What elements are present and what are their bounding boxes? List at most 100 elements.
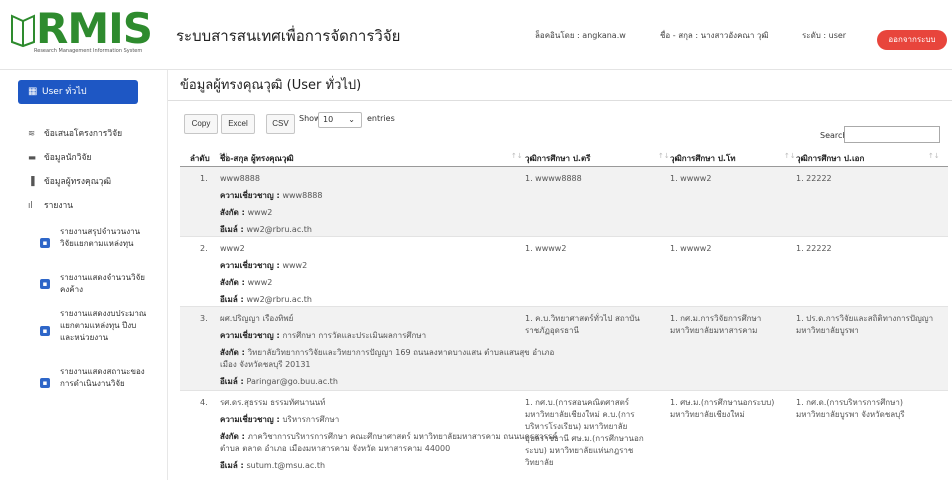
table-row: 3. ผศ.ปริญญา เรืองทิพย์ ความเชี่ยวชาญ : … (180, 307, 948, 391)
report-icon: ▪ (40, 238, 50, 248)
affiliation-label: สังกัด : (220, 278, 248, 287)
expert-name: ผศ.ปริญญา เรืองทิพย์ (220, 314, 294, 323)
email-line: อีเมล์ : ww2@rbru.ac.th (220, 224, 558, 236)
expertise-line: ความเชี่ยวชาญ : การศึกษา การวัดและประเมิ… (220, 330, 558, 342)
csv-button[interactable]: CSV (266, 114, 295, 134)
row-number: 3. (200, 314, 208, 323)
grid-icon: ▦ (28, 86, 38, 97)
user-role-info: ระดับ : user (802, 31, 847, 40)
sidebar-item-reports[interactable]: ıl รายงาน (28, 198, 73, 212)
expertise-value: www8888 (282, 191, 323, 200)
master-degree: 1. ศษ.ม.(การศึกษานอกระบบ) มหาวิทยาลัยเชี… (670, 398, 775, 419)
affiliation-value: วิทยาลัยวิทยาการวิจัยและวิทยาการปัญญา 16… (220, 348, 555, 369)
affiliation-value: www2 (247, 278, 273, 287)
columns-icon: ▐ (28, 177, 35, 187)
page-title: ข้อมูลผู้ทรงคุณวุฒิ (User ทั่วไป) (180, 78, 362, 93)
report-item-label: รายงานสรุปจำนวนงานวิจัยแยกตามแหล่งทุน (60, 227, 141, 248)
affiliation-label: สังกัด : (220, 432, 248, 441)
doctoral-degree: 1. 22222 (796, 174, 832, 183)
affiliation-value: www2 (247, 208, 273, 217)
expert-name: รศ.ดร.สุธรรม ธรรมทัศนานนท์ (220, 398, 326, 407)
report-icon: ▪ (40, 279, 50, 289)
sidebar-item-label: ข้อมูลนักวิจัย (44, 153, 92, 163)
report-item-status[interactable]: ▪ รายงานแสดงสถานะของการดำเนินงานวิจัย (40, 366, 152, 390)
doctoral-degree: 1. ปร.ด.การวิจัยและสถิติทางการปัญญา มหาว… (796, 314, 934, 335)
row-number: 1. (200, 174, 208, 183)
col-header-ba[interactable]: วุฒิการศึกษา ป.ตรี (525, 152, 590, 165)
expertise-line: ความเชี่ยวชาญ : www2 (220, 260, 558, 272)
system-title: ระบบสารสนเทศเพื่อการจัดการวิจัย (176, 27, 401, 45)
sidebar: ▦ User ทั่วไป ≋ ข้อเสนอโครงการวิจัย ▬ ข้อมู… (0, 70, 168, 480)
table-row: 1. www8888 ความเชี่ยวชาญ : www8888 สังกั… (180, 167, 948, 237)
expertise-label: ความเชี่ยวชาญ : (220, 415, 283, 424)
email-value: sutum.t@msu.ac.th (246, 461, 326, 470)
col-header-no[interactable]: ลำดับ (190, 152, 210, 165)
sidebar-item-proposals[interactable]: ≋ ข้อเสนอโครงการวิจัย (28, 126, 122, 140)
layers-icon: ≋ (28, 129, 36, 139)
affiliation-label: สังกัด : (220, 208, 248, 217)
email-label: อีเมล์ : (220, 377, 247, 386)
sort-icon[interactable]: ↑↓ (511, 152, 523, 160)
report-item-pending[interactable]: ▪ รายงานแสดงจำนวนวิจัยคงค้าง (40, 272, 152, 296)
email-value: Paringar@go.buu.ac.th (246, 377, 338, 386)
email-label: อีเมล์ : (220, 225, 247, 234)
doctoral-degree: 1. 22222 (796, 244, 832, 253)
folder-icon: ▬ (28, 153, 37, 163)
master-degree: 1. wwww2 (670, 244, 712, 253)
report-item-budget[interactable]: ▪ รายงานแสดงงบประมาณแยกตามแหล่งทุน ปีงบ … (40, 308, 152, 344)
logo-text: RMIS (36, 4, 153, 53)
bar-chart-icon: ıl (28, 201, 33, 211)
expertise-value: การศึกษา การวัดและประเมินผลการศึกษา (282, 331, 427, 340)
expert-name: www2 (220, 244, 245, 253)
table-row: 2. www2 ความเชี่ยวชาญ : www2 สังกัด : ww… (180, 237, 948, 307)
top-bar: RMIS Research Management Information Sys… (0, 0, 952, 70)
master-degree: 1. wwww2 (670, 174, 712, 183)
excel-button[interactable]: Excel (221, 114, 255, 134)
expertise-label: ความเชี่ยวชาญ : (220, 191, 283, 200)
bachelor-degree: 1. wwww2 (525, 244, 567, 253)
expertise-label: ความเชี่ยวชาญ : (220, 261, 283, 270)
bachelor-degree: 1. wwww8888 (525, 174, 582, 183)
affiliation-line: สังกัด : www2 (220, 207, 558, 219)
expert-name: www8888 (220, 174, 260, 183)
expertise-value: บริหารการศึกษา (282, 415, 340, 424)
entries-value: 10 (323, 115, 334, 124)
master-degree: 1. กศ.ม.การวิจัยการศึกษา มหาวิทยาลัยมหาส… (670, 314, 762, 335)
email-label: อีเมล์ : (220, 461, 247, 470)
expert-details: ผศ.ปริญญา เรืองทิพย์ ความเชี่ยวชาญ : การ… (220, 313, 558, 393)
expertise-line: ความเชี่ยวชาญ : บริหารการศึกษา (220, 414, 558, 426)
email-value: ww2@rbru.ac.th (246, 225, 312, 234)
col-header-ma[interactable]: วุฒิการศึกษา ป.โท (670, 152, 736, 165)
chevron-down-icon: ⌄ (348, 115, 355, 124)
sidebar-item-user-general[interactable]: ▦ User ทั่วไป (18, 80, 138, 104)
report-item-funding-summary[interactable]: ▪ รายงานสรุปจำนวนงานวิจัยแยกตามแหล่งทุน (40, 226, 152, 250)
doctoral-degree: 1. กศ.ด.(การบริหารการศึกษา) มหาวิทยาลัยบ… (796, 398, 905, 419)
rmis-logo[interactable]: RMIS Research Management Information Sys… (10, 6, 156, 56)
col-header-name[interactable]: ชื่อ-สกุล ผู้ทรงคุณวุฒิ (220, 152, 294, 165)
email-line: อีเมล์ : ww2@rbru.ac.th (220, 294, 558, 306)
report-icon: ▪ (40, 378, 50, 388)
email-value: ww2@rbru.ac.th (246, 295, 312, 304)
row-number: 4. (200, 398, 208, 407)
logo-tagline: Research Management Information System (34, 48, 143, 54)
table-row: 4. รศ.ดร.สุธรรม ธรรมทัศนานนท์ ความเชี่ยว… (180, 391, 948, 480)
affiliation-line: สังกัด : วิทยาลัยวิทยาการวิจัยและวิทยากา… (220, 347, 558, 371)
entries-select[interactable]: 10 ⌄ (318, 112, 362, 128)
sidebar-item-label: ข้อเสนอโครงการวิจัย (44, 129, 123, 139)
expertise-label: ความเชี่ยวชาญ : (220, 331, 283, 340)
sidebar-item-researchers[interactable]: ▬ ข้อมูลนักวิจัย (28, 150, 91, 164)
search-input[interactable] (844, 126, 940, 143)
title-divider (168, 100, 952, 101)
main-content: ข้อมูลผู้ทรงคุณวุฒิ (User ทั่วไป) Copy E… (168, 70, 952, 480)
bachelor-degree: 1. ค.บ.วิทยาศาสตร์ทั่วไป สถาบันราชภัฏอุด… (525, 314, 640, 335)
sidebar-item-experts[interactable]: ▐ ข้อมูลผู้ทรงคุณวุฒิ (28, 174, 111, 188)
col-header-phd[interactable]: วุฒิการศึกษา ป.เอก (796, 152, 864, 165)
sort-icon[interactable]: ↑↓ (928, 152, 940, 160)
copy-button[interactable]: Copy (184, 114, 218, 134)
logout-button[interactable]: ออกจากระบบ (877, 30, 947, 50)
email-label: อีเมล์ : (220, 295, 247, 304)
sort-icon[interactable]: ↑↓ (658, 152, 670, 160)
sidebar-item-label: User ทั่วไป (42, 87, 87, 97)
sort-icon[interactable]: ↑↓ (784, 152, 796, 160)
login-info: ล็อคอินโดย : angkana.w (535, 31, 626, 40)
